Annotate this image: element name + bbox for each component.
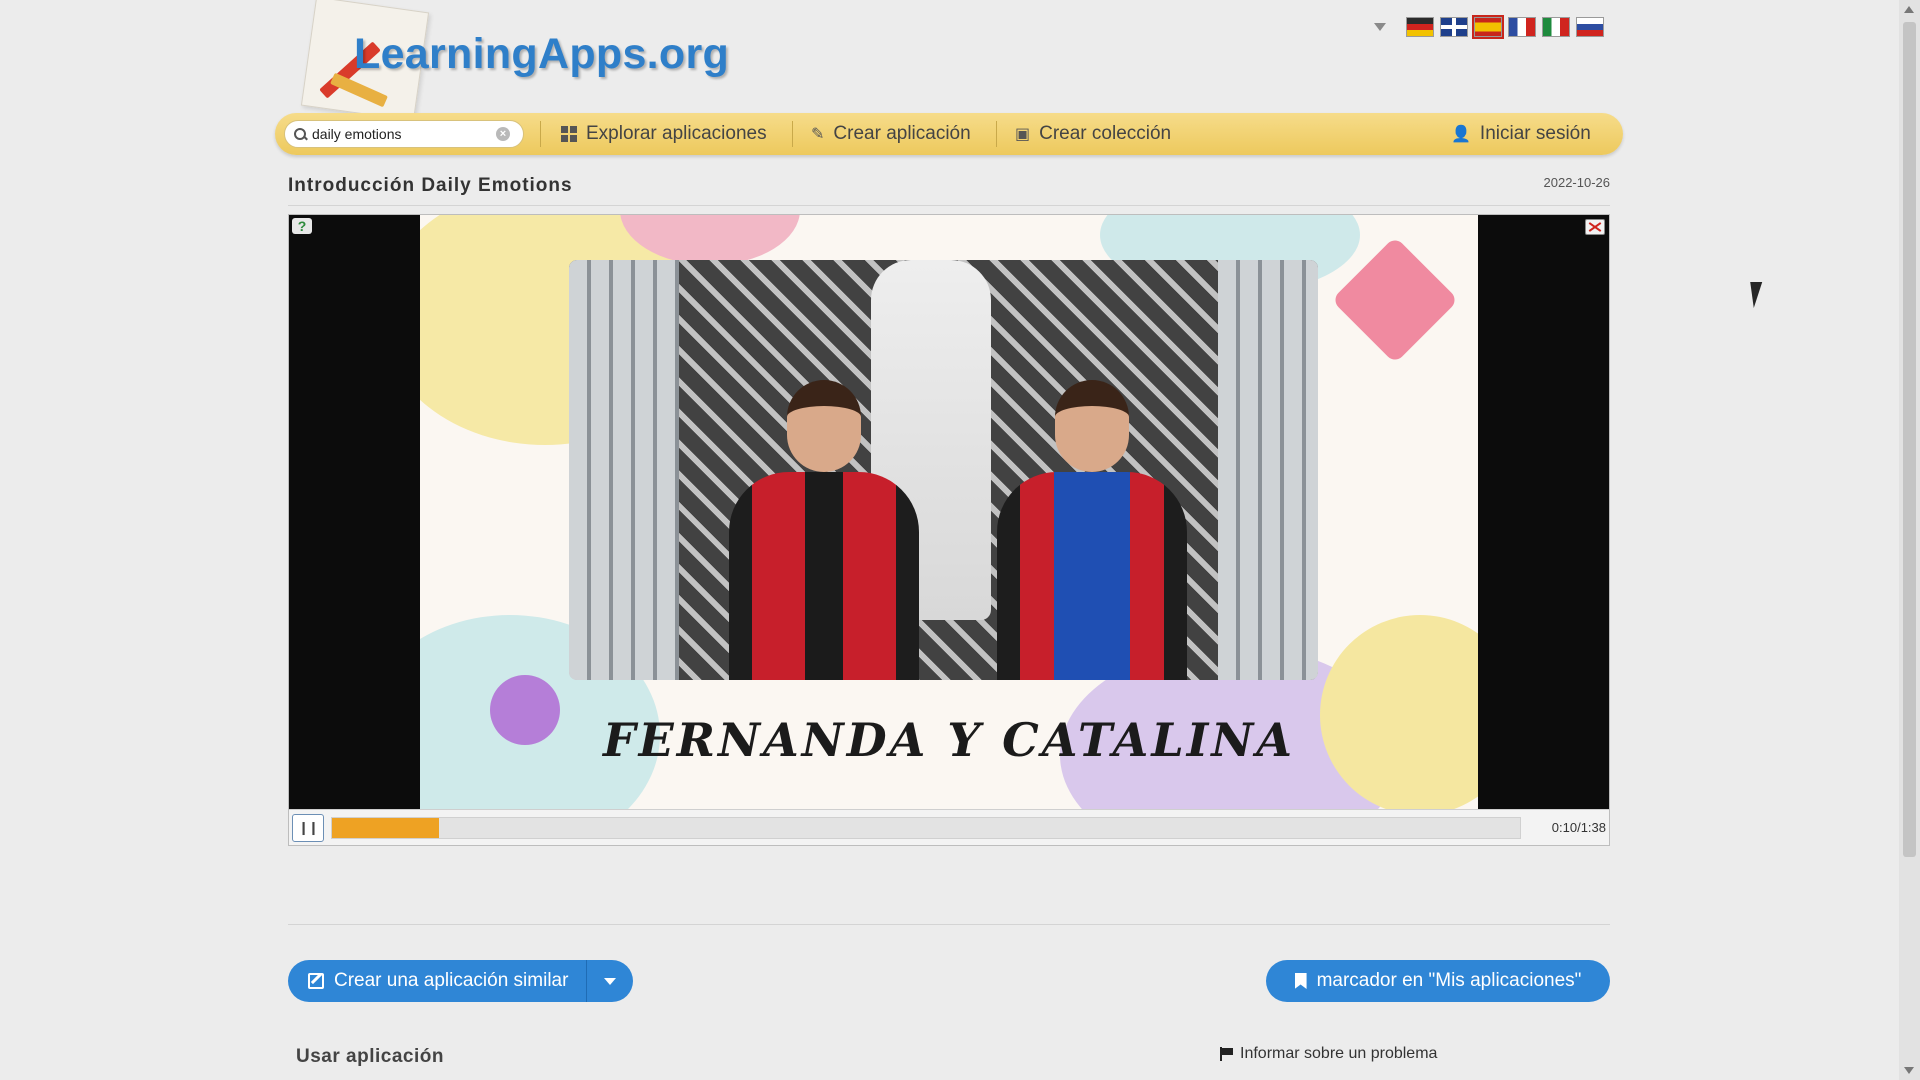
- mouse-cursor-icon: [1741, 282, 1763, 308]
- create-app-link[interactable]: ✎ Crear aplicación: [811, 113, 971, 155]
- app-date: 2022-10-26: [1543, 175, 1611, 190]
- flag-russian-icon[interactable]: [1576, 17, 1604, 37]
- collection-icon: ▣: [1015, 126, 1031, 143]
- progress-fill: [332, 818, 439, 838]
- bookmark-icon: [1294, 973, 1307, 989]
- main-navbar: × Explorar aplicaciones ✎ Crear aplicaci…: [275, 113, 1623, 155]
- decor-blob: [1320, 615, 1478, 809]
- create-collection-label: Crear colección: [1039, 123, 1172, 144]
- nav-divider: [996, 121, 997, 147]
- create-similar-group: Crear una aplicación similar: [288, 960, 634, 1002]
- divider: [288, 924, 1610, 925]
- create-similar-label: Crear una aplicación similar: [334, 970, 569, 991]
- video-player: FERNANDA Y CATALINA ? ❙❙ 0:10/1:38: [288, 214, 1610, 846]
- bookmark-button[interactable]: marcador en "Mis aplicaciones": [1266, 960, 1610, 1002]
- edit-icon: [308, 973, 324, 989]
- scrollbar[interactable]: [1899, 0, 1920, 1080]
- language-selector: [1374, 15, 1604, 39]
- help-icon[interactable]: ?: [292, 218, 312, 234]
- flag-english-icon[interactable]: [1440, 17, 1468, 37]
- flag-icon: [1220, 1047, 1234, 1061]
- search-input[interactable]: [312, 126, 492, 142]
- divider: [288, 205, 1610, 206]
- user-icon: 👤: [1451, 126, 1471, 143]
- explore-apps-link[interactable]: Explorar aplicaciones: [561, 113, 767, 155]
- create-collection-link[interactable]: ▣ Crear colección: [1015, 113, 1171, 155]
- pause-button[interactable]: ❙❙: [292, 814, 324, 842]
- nav-divider: [540, 121, 541, 147]
- search-box: ×: [284, 120, 524, 148]
- login-link[interactable]: 👤 Iniciar sesión: [1451, 113, 1591, 155]
- flag-spanish-icon[interactable]: [1472, 15, 1504, 39]
- flag-german-icon[interactable]: [1406, 17, 1434, 37]
- create-similar-button[interactable]: Crear una aplicación similar: [288, 960, 588, 1002]
- login-label: Iniciar sesión: [1479, 123, 1591, 144]
- grid-icon: [561, 126, 577, 142]
- photo-person: [997, 380, 1187, 680]
- logo-text: LearningApps.org: [354, 30, 730, 78]
- time-display: 0:10/1:38: [1551, 820, 1606, 835]
- page-title: Introducción Daily Emotions: [288, 175, 573, 196]
- photo-window: [569, 260, 679, 680]
- report-problem-label: Informar sobre un problema: [1240, 1045, 1438, 1062]
- pencil-icon: ✎: [811, 126, 825, 143]
- clear-search-icon[interactable]: ×: [496, 127, 510, 141]
- use-app-heading: Usar aplicación: [296, 1046, 444, 1067]
- caret-down-icon: [604, 977, 617, 985]
- scroll-up-icon[interactable]: [1904, 6, 1914, 13]
- search-icon: [294, 128, 306, 140]
- video-caption: FERNANDA Y CATALINA: [603, 713, 1295, 767]
- video-photo: [569, 260, 1318, 680]
- video-area[interactable]: FERNANDA Y CATALINA ?: [289, 215, 1609, 809]
- report-problem-link[interactable]: Informar sobre un problema: [1220, 1045, 1437, 1063]
- video-frame: FERNANDA Y CATALINA: [420, 215, 1478, 809]
- bookmark-label: marcador en "Mis aplicaciones": [1316, 970, 1582, 991]
- flag-italian-icon[interactable]: [1542, 17, 1570, 37]
- nav-divider: [792, 121, 793, 147]
- photo-window: [1218, 260, 1318, 680]
- create-app-label: Crear aplicación: [833, 123, 971, 144]
- photo-person: [729, 380, 919, 680]
- chevron-down-icon[interactable]: [1374, 23, 1386, 31]
- explore-apps-label: Explorar aplicaciones: [586, 123, 767, 144]
- video-controls: ❙❙ 0:10/1:38: [289, 809, 1609, 845]
- flag-french-icon[interactable]: [1508, 17, 1536, 37]
- logo[interactable]: LearningApps.org: [292, 0, 732, 122]
- scrollbar-thumb[interactable]: [1903, 22, 1916, 857]
- fullscreen-icon[interactable]: [1585, 219, 1605, 235]
- progress-bar[interactable]: [331, 817, 1521, 839]
- scroll-down-icon[interactable]: [1904, 1067, 1914, 1074]
- create-similar-dropdown-button[interactable]: [587, 960, 634, 1002]
